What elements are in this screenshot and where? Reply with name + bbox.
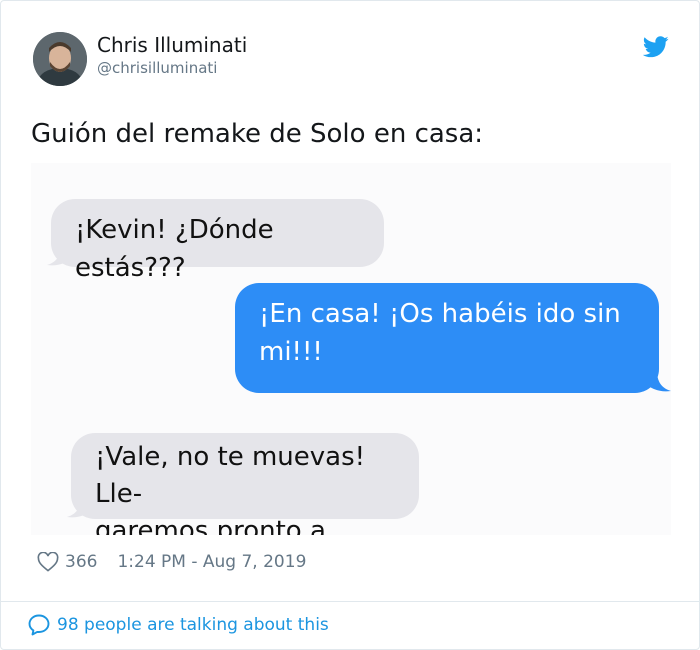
- talking-text[interactable]: 98 people are talking about this: [57, 615, 329, 635]
- author-handle[interactable]: @chrisilluminati: [97, 59, 217, 77]
- tweet-card: Chris Illuminati @chrisilluminati Guión …: [0, 0, 700, 650]
- chat-message-incoming: ¡Kevin! ¿Dónde estás???: [51, 199, 384, 283]
- avatar-photo: [33, 32, 87, 86]
- divider: [1, 601, 699, 602]
- talking-link[interactable]: 98 people are talking about this: [27, 613, 329, 637]
- like-count[interactable]: 366: [65, 552, 97, 572]
- tweet-timestamp[interactable]: 1:24 PM - Aug 7, 2019: [117, 552, 306, 572]
- chat-message-outgoing: ¡En casa! ¡Os habéis ido sin mi!!!: [235, 283, 659, 393]
- avatar[interactable]: [33, 32, 87, 86]
- tweet-stats: 366 1:24 PM - Aug 7, 2019: [37, 550, 306, 574]
- tweet-text: Guión del remake de Solo en casa:: [31, 119, 484, 149]
- reply-bubble-icon: [28, 614, 50, 636]
- chat-screenshot-image[interactable]: ¡Kevin! ¿Dónde estás??? ¡En casa! ¡Os ha…: [31, 163, 671, 535]
- twitter-bird-icon[interactable]: [643, 36, 669, 58]
- author-name[interactable]: Chris Illuminati: [97, 33, 247, 57]
- heart-icon[interactable]: [37, 552, 59, 572]
- chat-message-incoming: ¡Vale, no te muevas! Lle- garemos pronto…: [71, 433, 419, 535]
